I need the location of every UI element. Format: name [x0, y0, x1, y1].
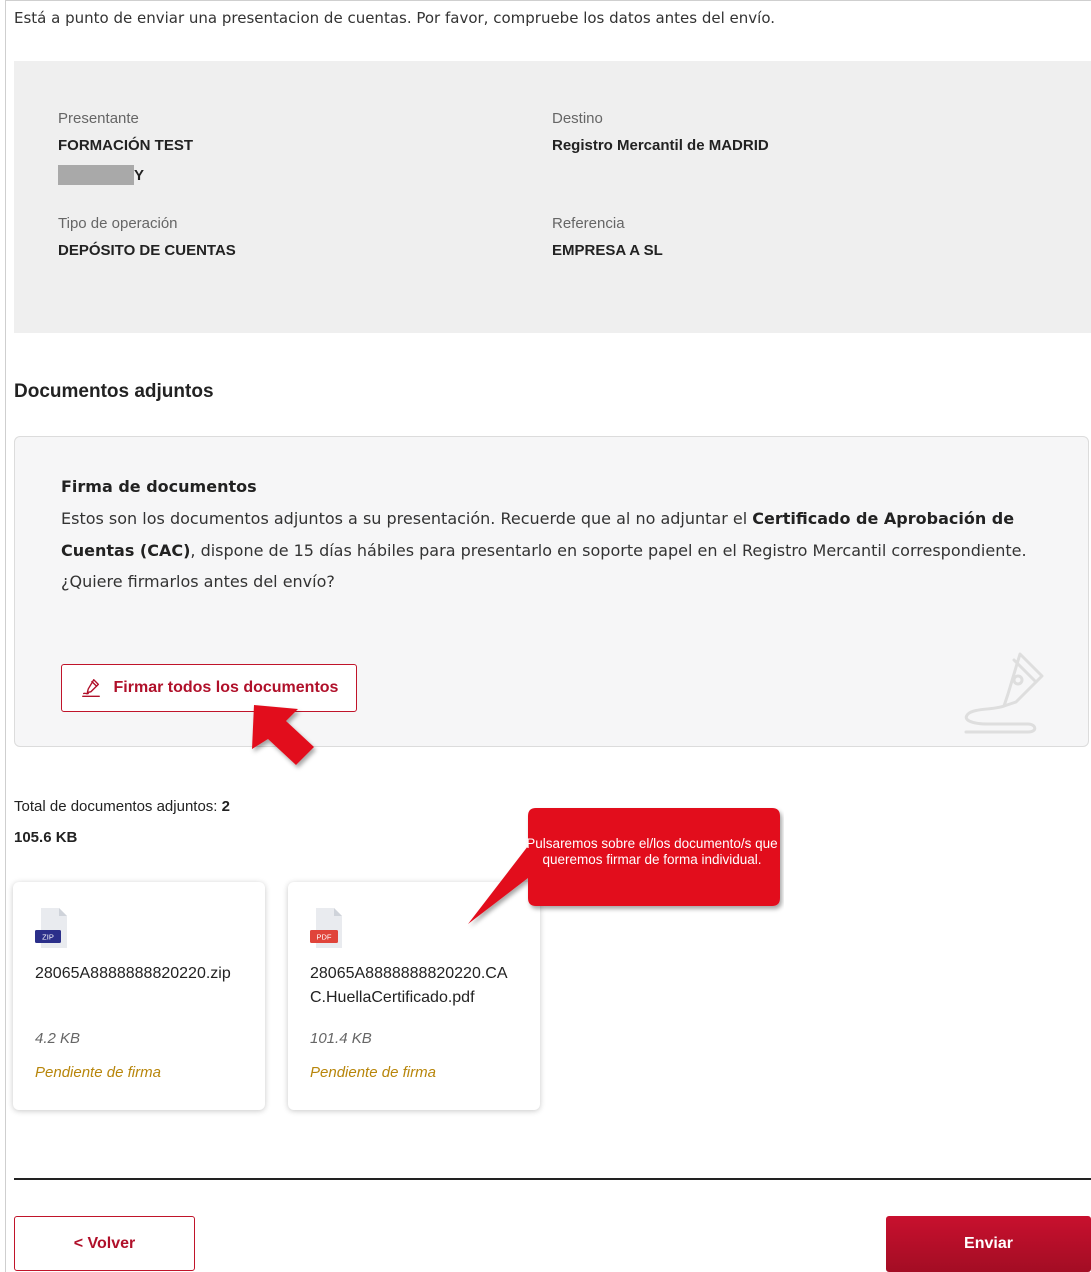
- zip-icon-label: ZIP: [42, 933, 54, 942]
- sign-pen-icon: [81, 679, 100, 697]
- sign-all-label: Firmar todos los documentos: [113, 679, 339, 696]
- sign-documents-panel: Firma de documentos Estos son los docume…: [14, 436, 1089, 747]
- tipo-operacion-label: Tipo de operación: [58, 215, 178, 232]
- callout-text: Pulsaremos sobre el/los documento/s que …: [526, 836, 778, 867]
- presentante-label: Presentante: [58, 110, 139, 127]
- red-pointer-arrow-icon: [252, 705, 314, 765]
- send-button[interactable]: Enviar: [886, 1216, 1091, 1272]
- sign-panel-description: Estos son los documentos adjuntos a su p…: [61, 503, 1051, 598]
- destino-label: Destino: [552, 110, 603, 127]
- document-status: Pendiente de firma: [35, 1064, 161, 1081]
- total-attachments: Total de documentos adjuntos: 2: [14, 798, 230, 815]
- footer-divider: [14, 1178, 1091, 1180]
- destino-value: Registro Mercantil de MADRID: [552, 137, 769, 154]
- total-size: 105.6 KB: [14, 829, 78, 846]
- presentante-id-tail: Y: [134, 167, 145, 184]
- intro-text: Está a punto de enviar una presentacion …: [14, 9, 776, 27]
- redacted-block: [58, 165, 134, 185]
- sign-panel-title: Firma de documentos: [61, 477, 257, 496]
- document-size: 101.4 KB: [310, 1030, 372, 1047]
- tipo-operacion-value: DEPÓSITO DE CUENTAS: [58, 242, 236, 259]
- document-size: 4.2 KB: [35, 1030, 81, 1047]
- total-attachments-label: Total de documentos adjuntos:: [14, 798, 218, 815]
- document-name: 28065A8888888820220.zip: [35, 965, 231, 982]
- sign-question: ¿Quiere firmarlos antes del envío?: [61, 572, 335, 591]
- attachments-title: Documentos adjuntos: [14, 381, 214, 402]
- sign-text-part-1: Estos son los documentos adjuntos a su p…: [61, 509, 753, 528]
- summary-panel: Presentante FORMACIÓN TEST Y Destino Reg…: [14, 61, 1091, 333]
- signature-pen-decoration-icon: [964, 652, 1044, 734]
- pdf-file-icon: PDF: [310, 908, 342, 948]
- referencia-label: Referencia: [552, 215, 625, 232]
- frame-top-border: [5, 0, 1091, 1]
- frame-left-border: [5, 0, 6, 1272]
- document-card-zip[interactable]: ZIP 28065A8888888820220.zip 4.2 KB Pendi…: [13, 882, 265, 1110]
- document-status: Pendiente de firma: [310, 1064, 436, 1081]
- back-button[interactable]: < Volver: [14, 1216, 195, 1271]
- total-attachments-count: 2: [221, 798, 230, 815]
- zip-file-icon: ZIP: [35, 908, 67, 948]
- sign-text-part-2: , dispone de 15 días hábiles para presen…: [190, 540, 1027, 560]
- pdf-icon-label: PDF: [317, 933, 332, 942]
- presentante-value: FORMACIÓN TEST: [58, 137, 193, 154]
- referencia-value: EMPRESA A SL: [552, 242, 663, 259]
